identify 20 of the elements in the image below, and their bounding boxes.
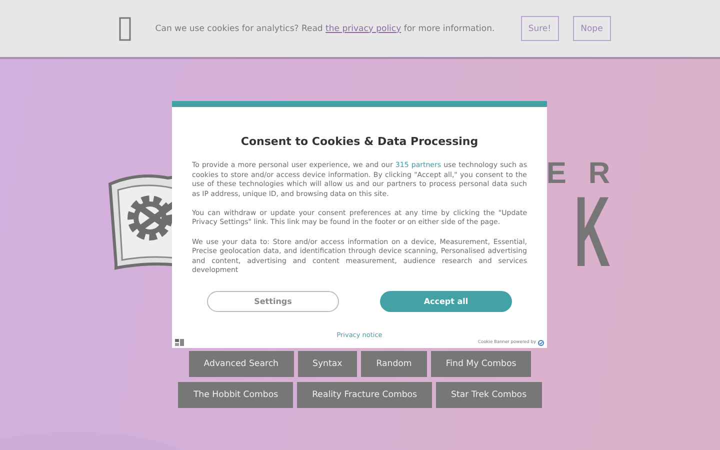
nav-button[interactable]: Syntax <box>298 351 358 377</box>
nav-button[interactable]: Find My Combos <box>430 351 532 377</box>
settings-button[interactable]: Settings <box>207 291 339 312</box>
rectangle-icon <box>119 16 132 40</box>
nav-button[interactable]: Random <box>361 351 427 377</box>
cookie-message: Can we use cookies for analytics? Read the privacy policy for more information. <box>155 24 495 34</box>
nav-button[interactable]: Star Trek Combos <box>436 382 542 408</box>
logo-letter: E <box>546 160 566 188</box>
privacy-policy-link[interactable]: the privacy policy <box>326 24 402 34</box>
nav-button[interactable]: The Hobbit Combos <box>178 382 294 408</box>
nav-button[interactable]: Reality Fracture Combos <box>297 382 432 408</box>
brand-icon <box>175 339 184 346</box>
decline-button[interactable]: Nope <box>572 16 611 41</box>
accept-all-button[interactable]: Accept all <box>380 291 512 312</box>
check-circle-icon <box>538 340 544 346</box>
dialog-title: Consent to Cookies & Data Processing <box>240 135 478 148</box>
logo-word: K <box>574 188 610 276</box>
logo-letter: R <box>588 160 610 188</box>
nav-button[interactable]: Advanced Search <box>188 351 294 377</box>
accept-button[interactable]: Sure! <box>520 16 559 41</box>
